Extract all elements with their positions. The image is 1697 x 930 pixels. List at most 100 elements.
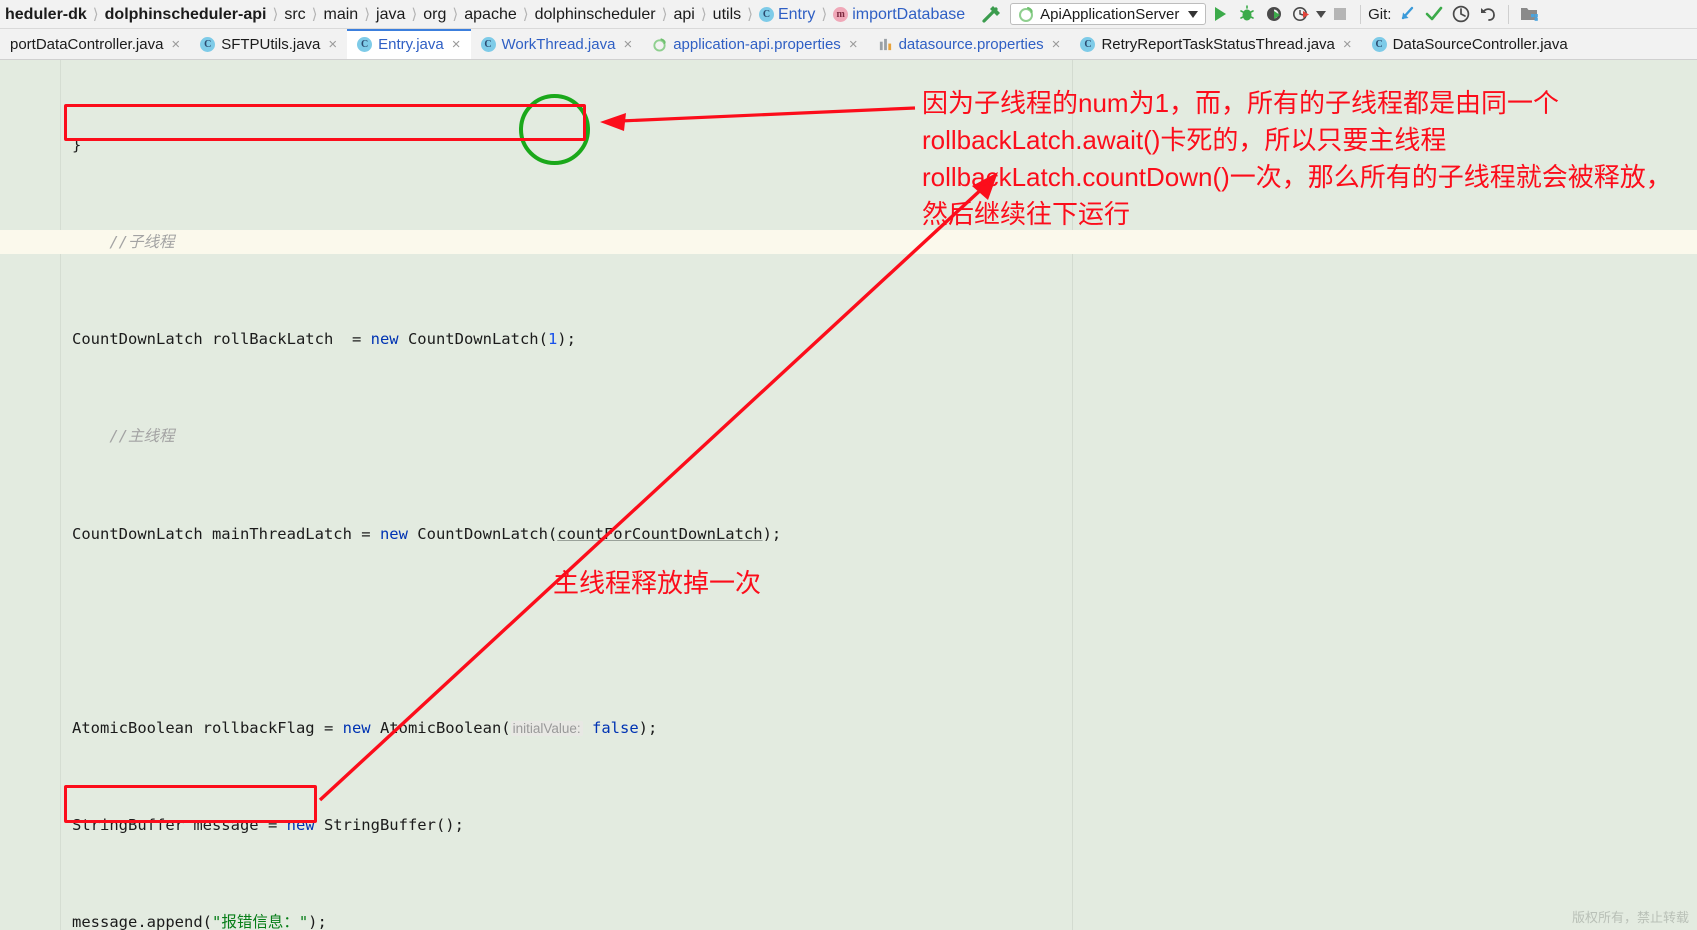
close-icon[interactable]: ×: [1052, 36, 1061, 53]
breadcrumb-separator-icon: ⟩: [452, 6, 459, 23]
breadcrumb-item-module[interactable]: heduler-dk: [0, 0, 92, 29]
code-line: StringBuffer message = new StringBuffer(…: [72, 816, 464, 835]
close-icon[interactable]: ×: [849, 36, 858, 53]
chevron-down-icon[interactable]: [1188, 10, 1199, 18]
tab-label: Entry.java: [378, 35, 444, 53]
tab-entry[interactable]: C Entry.java ×: [347, 29, 471, 59]
tab-label: SFTPUtils.java: [221, 35, 321, 53]
breadcrumb-separator-icon: ⟩: [661, 6, 668, 23]
stop-button: [1326, 2, 1353, 26]
breadcrumb-separator-icon: ⟩: [411, 6, 418, 23]
parameter-hint: initialValue:: [510, 721, 583, 737]
git-rollback-button[interactable]: [1474, 2, 1501, 26]
build-project-icon[interactable]: [980, 3, 1006, 25]
close-icon[interactable]: ×: [452, 36, 461, 53]
breadcrumb-separator-icon: ⟩: [364, 6, 371, 23]
breadcrumb-item-org[interactable]: org: [418, 0, 451, 29]
git-label: Git:: [1368, 5, 1392, 23]
breadcrumb-separator-icon: ⟩: [821, 6, 828, 23]
breadcrumb-item-dolphinscheduler[interactable]: dolphinscheduler: [530, 0, 661, 29]
code-line: }: [72, 135, 82, 154]
tab-application-api-properties[interactable]: application-api.properties ×: [642, 29, 867, 59]
tab-retryreporttaskstatusthread[interactable]: C RetryReportTaskStatusThread.java ×: [1070, 29, 1361, 59]
properties-icon: [878, 37, 893, 52]
breadcrumb-separator-icon: ⟩: [92, 6, 99, 23]
tab-sftputils[interactable]: C SFTPUtils.java ×: [190, 29, 347, 59]
code-line-text: //主线程: [72, 427, 175, 446]
breadcrumb-item-utils[interactable]: utils: [708, 0, 746, 29]
breadcrumb-separator-icon: ⟩: [522, 6, 529, 23]
breadcrumb-item-api[interactable]: api: [668, 0, 699, 29]
breadcrumb-separator-icon: ⟩: [700, 6, 707, 23]
breadcrumb-label: Entry: [777, 5, 816, 23]
code-content: } //子线程 CountDownLatch rollBackLatch = n…: [0, 60, 1697, 930]
breadcrumb-label: main: [323, 5, 359, 23]
close-icon[interactable]: ×: [623, 36, 632, 53]
code-line-text: //子线程: [72, 233, 175, 252]
breadcrumb-label: dolphinscheduler-api: [104, 5, 267, 23]
tab-workthread[interactable]: C WorkThread.java ×: [471, 29, 643, 59]
breadcrumb-label: importDatabase: [852, 5, 966, 23]
class-icon: C: [357, 36, 373, 52]
folder-icon[interactable]: [1516, 2, 1543, 26]
breadcrumb-label: api: [673, 5, 695, 23]
tab-datasource-properties[interactable]: datasource.properties ×: [868, 29, 1071, 59]
profile-button[interactable]: [1287, 2, 1314, 26]
main-toolbar: ApiApplicationServer Git:: [976, 0, 1543, 28]
breadcrumb-label: heduler-dk: [5, 5, 87, 23]
class-icon: C: [1371, 36, 1387, 52]
method-icon: m: [833, 6, 849, 22]
code-line: CountDownLatch mainThreadLatch = new Cou…: [72, 524, 782, 543]
close-icon[interactable]: ×: [171, 36, 180, 53]
spring-properties-icon: [652, 37, 667, 52]
breadcrumb-separator-icon: ⟩: [311, 6, 318, 23]
run-button[interactable]: [1206, 2, 1233, 26]
navigation-bar: heduler-dk ⟩ dolphinscheduler-api ⟩ src …: [0, 0, 1697, 29]
code-line: AtomicBoolean rollbackFlag = new AtomicB…: [72, 719, 658, 738]
code-line: CountDownLatch rollBackLatch = new Count…: [72, 330, 576, 349]
breadcrumb-label: java: [376, 5, 406, 23]
breadcrumb-item-src[interactable]: src: [279, 0, 310, 29]
close-icon[interactable]: ×: [328, 36, 337, 53]
tab-label: WorkThread.java: [501, 35, 616, 53]
run-configuration-label: ApiApplicationServer: [1040, 5, 1180, 23]
breadcrumb-item-entry-class[interactable]: C Entry: [754, 0, 820, 29]
tab-datasourcecontroller[interactable]: C DataSourceController.java: [1362, 29, 1578, 59]
toolbar-divider: [1508, 4, 1510, 24]
class-icon: C: [1080, 36, 1096, 52]
git-history-button[interactable]: [1447, 2, 1474, 26]
git-commit-button[interactable]: [1420, 2, 1447, 26]
tab-label: portDataController.java: [10, 35, 164, 53]
breadcrumb-label: dolphinscheduler: [534, 5, 656, 23]
breadcrumb-separator-icon: ⟩: [272, 6, 279, 23]
breadcrumb-item-api-module[interactable]: dolphinscheduler-api: [100, 0, 272, 29]
code-line: //子线程: [0, 230, 1697, 255]
tab-label: DataSourceController.java: [1392, 35, 1568, 53]
debug-button[interactable]: [1233, 2, 1260, 26]
breadcrumb-label: src: [284, 5, 306, 23]
git-update-project-button[interactable]: [1393, 2, 1420, 26]
class-icon: C: [480, 36, 496, 52]
tab-importdatacontroller[interactable]: portDataController.java ×: [0, 29, 190, 59]
breadcrumb-label: utils: [712, 5, 742, 23]
breadcrumb-item-main[interactable]: main: [319, 0, 364, 29]
class-icon: C: [758, 6, 774, 22]
code-editor[interactable]: } //子线程 CountDownLatch rollBackLatch = n…: [0, 60, 1697, 930]
close-icon[interactable]: ×: [1343, 36, 1352, 53]
class-icon: C: [200, 36, 216, 52]
intellij-idea-window: heduler-dk ⟩ dolphinscheduler-api ⟩ src …: [0, 0, 1697, 930]
breadcrumb: heduler-dk ⟩ dolphinscheduler-api ⟩ src …: [0, 0, 970, 28]
toolbar-divider: [1360, 4, 1362, 24]
breadcrumb-item-importdatabase-method[interactable]: m importDatabase: [828, 0, 970, 29]
breadcrumb-item-java[interactable]: java: [371, 0, 410, 29]
run-configuration-selector[interactable]: ApiApplicationServer: [1010, 3, 1207, 25]
tab-label: RetryReportTaskStatusThread.java: [1101, 35, 1335, 53]
spring-boot-icon: [1019, 7, 1034, 22]
run-with-coverage-button[interactable]: [1260, 2, 1287, 26]
breadcrumb-label: org: [423, 5, 447, 23]
breadcrumb-item-apache[interactable]: apache: [459, 0, 522, 29]
code-line: message.append("报错信息：");: [72, 913, 327, 930]
profile-dropdown-chevron-down-icon[interactable]: [1316, 10, 1327, 18]
breadcrumb-label: apache: [464, 5, 517, 23]
